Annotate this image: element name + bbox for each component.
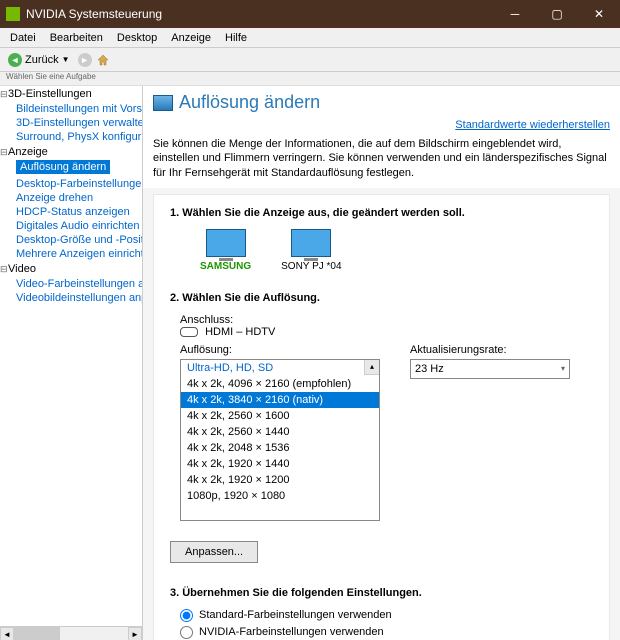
window-title: NVIDIA Systemsteuerung xyxy=(26,7,494,21)
content-area: Auflösung ändern Standardwerte wiederher… xyxy=(143,86,620,640)
tree-item[interactable]: Surround, PhysX konfigurieren xyxy=(0,130,142,144)
scroll-left-icon[interactable]: ◄ xyxy=(0,627,14,640)
connection-label: Anschluss: xyxy=(180,314,233,326)
tree-item[interactable]: Video-Farbeinstellungen anpassen xyxy=(0,277,142,291)
connection-value: HDMI – HDTV xyxy=(205,326,275,338)
tree-item[interactable]: Bildeinstellungen mit Vorschau anpassen xyxy=(0,102,142,116)
title-bar: NVIDIA Systemsteuerung ─ ▢ ✕ xyxy=(0,0,620,28)
chevron-down-icon: ▾ xyxy=(561,364,565,373)
menu-desktop[interactable]: Desktop xyxy=(111,30,163,46)
close-button[interactable]: ✕ xyxy=(578,0,620,28)
maximize-button[interactable]: ▢ xyxy=(536,0,578,28)
menu-help[interactable]: Hilfe xyxy=(219,30,253,46)
refresh-rate-label: Aktualisierungsrate: xyxy=(410,344,570,356)
tree-cat-video[interactable]: Video xyxy=(0,261,142,277)
resolution-option[interactable]: 4k x 2k, 2048 × 1536 xyxy=(181,440,379,456)
radio-input[interactable] xyxy=(180,626,193,639)
monitor-icon xyxy=(291,229,331,257)
customize-button[interactable]: Anpassen... xyxy=(170,541,258,563)
tree-item[interactable]: Digitales Audio einrichten xyxy=(0,219,142,233)
radio-default-color[interactable]: Standard-Farbeinstellungen verwenden xyxy=(180,609,593,622)
resolution-option[interactable]: 1080p, 1920 × 1080 xyxy=(181,488,379,504)
resolution-option[interactable]: 4k x 2k, 1920 × 1440 xyxy=(181,456,379,472)
radio-nvidia-color[interactable]: NVIDIA-Farbeinstellungen verwenden xyxy=(180,626,593,639)
hdmi-icon xyxy=(180,327,198,337)
resolution-option[interactable]: 4k x 2k, 2560 × 1440 xyxy=(181,424,379,440)
sidebar-scrollbar[interactable]: ◄ ► xyxy=(0,626,142,640)
settings-panel: 1. Wählen Sie die Anzeige aus, die geänd… xyxy=(153,194,610,640)
resolution-group-header: Ultra-HD, HD, SD xyxy=(181,360,379,376)
tree-cat-3d[interactable]: 3D-Einstellungen xyxy=(0,86,142,102)
step1-label: 1. Wählen Sie die Anzeige aus, die geänd… xyxy=(170,207,593,219)
minimize-button[interactable]: ─ xyxy=(494,0,536,28)
display-label: SONY PJ *04 xyxy=(281,261,341,272)
tree-item-selected[interactable]: Auflösung ändern xyxy=(16,160,110,174)
page-description: Sie können die Menge der Informationen, … xyxy=(143,133,620,188)
sidebar: 3D-Einstellungen Bildeinstellungen mit V… xyxy=(0,86,143,640)
tree-item[interactable]: 3D-Einstellungen verwalten xyxy=(0,116,142,130)
menu-file[interactable]: Datei xyxy=(4,30,42,46)
task-label: Wählen Sie eine Aufgabe xyxy=(0,72,620,86)
menu-bar: Datei Bearbeiten Desktop Anzeige Hilfe xyxy=(0,28,620,48)
refresh-rate-value: 23 Hz xyxy=(415,363,444,375)
nvidia-logo-icon xyxy=(6,7,20,21)
scroll-thumb[interactable] xyxy=(14,627,60,640)
tree-item[interactable]: Desktop-Farbeinstellungen anpassen xyxy=(0,177,142,191)
back-button[interactable]: ◄ Zurück ▼ xyxy=(4,51,74,69)
back-label: Zurück xyxy=(25,54,59,66)
dropdown-arrow-icon: ▼ xyxy=(62,55,70,64)
refresh-rate-dropdown[interactable]: 23 Hz ▾ xyxy=(410,359,570,379)
nav-bar: ◄ Zurück ▼ ► xyxy=(0,48,620,72)
monitor-icon xyxy=(153,95,173,111)
scroll-right-icon[interactable]: ► xyxy=(128,627,142,640)
step2-label: 2. Wählen Sie die Auflösung. xyxy=(170,292,593,304)
tree-item[interactable]: Desktop-Größe und -Position anpassen xyxy=(0,233,142,247)
display-label: SAMSUNG xyxy=(200,261,251,272)
resolution-listbox[interactable]: ▴ Ultra-HD, HD, SD 4k x 2k, 4096 × 2160 … xyxy=(180,359,380,521)
scroll-up-icon[interactable]: ▴ xyxy=(364,360,379,375)
resolution-option[interactable]: 4k x 2k, 4096 × 2160 (empfohlen) xyxy=(181,376,379,392)
radio-input[interactable] xyxy=(180,609,193,622)
resolution-option[interactable]: 4k x 2k, 1920 × 1200 xyxy=(181,472,379,488)
display-sony[interactable]: SONY PJ *04 xyxy=(281,229,341,272)
page-title: Auflösung ändern xyxy=(179,92,320,113)
tree-item[interactable]: Videobildeinstellungen anpassen xyxy=(0,291,142,305)
menu-view[interactable]: Anzeige xyxy=(165,30,217,46)
resolution-option[interactable]: 4k x 2k, 2560 × 1600 xyxy=(181,408,379,424)
radio-label: NVIDIA-Farbeinstellungen verwenden xyxy=(199,626,384,638)
back-arrow-icon: ◄ xyxy=(8,53,22,67)
tree-item[interactable]: Mehrere Anzeigen einrichten xyxy=(0,247,142,261)
resolution-option-selected[interactable]: 4k x 2k, 3840 × 2160 (nativ) xyxy=(181,392,379,408)
step3-label: 3. Übernehmen Sie die folgenden Einstell… xyxy=(170,587,593,599)
tree-item[interactable]: Anzeige drehen xyxy=(0,191,142,205)
restore-defaults-link[interactable]: Standardwerte wiederherstellen xyxy=(143,117,620,133)
monitor-icon xyxy=(206,229,246,257)
radio-label: Standard-Farbeinstellungen verwenden xyxy=(199,609,392,621)
resolution-label: Auflösung: xyxy=(180,344,380,356)
home-icon[interactable] xyxy=(96,53,110,67)
menu-edit[interactable]: Bearbeiten xyxy=(44,30,109,46)
tree-item[interactable]: HDCP-Status anzeigen xyxy=(0,205,142,219)
forward-button[interactable]: ► xyxy=(78,53,92,67)
tree-cat-display[interactable]: Anzeige xyxy=(0,144,142,160)
display-samsung[interactable]: SAMSUNG xyxy=(200,229,251,272)
